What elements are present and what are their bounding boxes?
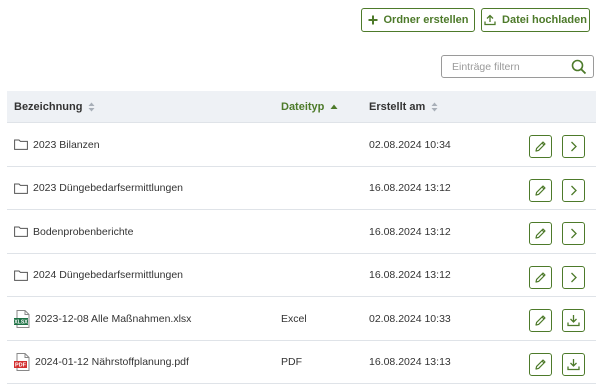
chevron-right-icon [571, 185, 577, 195]
created-cell: 16.08.2024 13:12 [369, 182, 451, 195]
name-cell: Bodenprobenberichte [14, 210, 133, 254]
edit-button[interactable] [529, 178, 552, 202]
table-row: 2024 Düngebedarfsermittlungen 16.08.2024… [7, 254, 596, 298]
open-folder-button[interactable] [562, 135, 585, 158]
sort-icon [431, 102, 438, 112]
column-created-label: Erstellt am [369, 101, 426, 113]
edit-button[interactable] [529, 222, 552, 245]
upload-file-label: Datei hochladen [502, 14, 587, 26]
table-body: 2023 Bilanzen 02.08.2024 10:34 2023 Düng… [7, 123, 596, 384]
column-type-label: Dateityp [281, 101, 325, 113]
folder-icon [14, 139, 28, 151]
edit-button[interactable] [529, 352, 552, 376]
column-header-created[interactable]: Erstellt am [369, 91, 438, 123]
create-folder-button[interactable]: Ordner erstellen [361, 8, 475, 32]
table-header: Bezeichnung Dateityp Erstellt am [7, 91, 596, 123]
item-name[interactable]: 2023 Düngebedarfsermittlungen [33, 182, 183, 194]
table-row: 2023 Düngebedarfsermittlungen 16.08.2024… [7, 167, 596, 211]
pencil-icon [535, 141, 546, 152]
upload-file-button[interactable]: Datei hochladen [481, 8, 590, 32]
item-name[interactable]: 2023-12-08 Alle Maßnahmen.xlsx [35, 313, 191, 325]
folder-icon [14, 226, 28, 238]
download-icon [567, 358, 580, 370]
name-cell: XLSX 2023-12-08 Alle Maßnahmen.xlsx [14, 297, 191, 341]
pencil-icon [535, 358, 546, 370]
created-cell: 02.08.2024 10:33 [369, 312, 451, 325]
edit-button[interactable] [529, 309, 552, 332]
created-cell: 02.08.2024 10:34 [369, 138, 451, 151]
search-icon[interactable] [571, 59, 587, 75]
sort-icon [88, 102, 95, 112]
pencil-icon [535, 228, 546, 239]
column-name-label: Bezeichnung [14, 101, 83, 113]
name-cell: 2023 Düngebedarfsermittlungen [14, 167, 183, 211]
chevron-right-icon [571, 272, 577, 282]
chevron-right-icon [571, 228, 577, 239]
open-folder-button[interactable] [562, 178, 585, 202]
folder-icon [14, 270, 28, 281]
name-cell: 2023 Bilanzen [14, 123, 100, 167]
plus-icon [368, 15, 377, 25]
table-row: XLSX 2023-12-08 Alle Maßnahmen.xlsx Exce… [7, 297, 596, 341]
item-name[interactable]: 2023 Bilanzen [33, 139, 100, 151]
item-name[interactable]: 2024 Düngebedarfsermittlungen [33, 269, 183, 281]
created-cell: 16.08.2024 13:12 [369, 225, 451, 238]
pencil-icon [535, 271, 546, 283]
pencil-icon [535, 315, 546, 326]
edit-button[interactable] [529, 265, 552, 289]
type-cell: PDF [281, 356, 302, 369]
table-row: PDF 2024-01-12 Nährstoffplanung.pdf PDF … [7, 341, 596, 385]
table-row: Bodenprobenberichte 16.08.2024 13:12 [7, 210, 596, 254]
column-header-name[interactable]: Bezeichnung [14, 91, 95, 123]
column-header-type[interactable]: Dateityp [281, 91, 338, 123]
table-row: 2023 Bilanzen 02.08.2024 10:34 [7, 123, 596, 167]
open-folder-button[interactable] [562, 265, 585, 289]
item-name[interactable]: Bodenprobenberichte [33, 226, 133, 238]
name-cell: 2024 Düngebedarfsermittlungen [14, 254, 183, 298]
name-cell: PDF 2024-01-12 Nährstoffplanung.pdf [14, 341, 189, 385]
sort-ascending-icon [330, 104, 338, 110]
download-button[interactable] [562, 352, 585, 376]
type-cell: Excel [281, 312, 307, 325]
item-name[interactable]: 2024-01-12 Nährstoffplanung.pdf [35, 356, 189, 368]
edit-button[interactable] [529, 135, 552, 158]
svg-text:XLSX: XLSX [14, 319, 28, 325]
download-button[interactable] [562, 309, 585, 332]
pdf-file-icon: PDF [14, 353, 30, 372]
create-folder-label: Ordner erstellen [383, 14, 469, 26]
created-cell: 16.08.2024 13:13 [369, 356, 451, 369]
download-icon [567, 315, 580, 327]
upload-icon [484, 14, 496, 26]
created-cell: 16.08.2024 13:12 [369, 269, 451, 282]
svg-text:PDF: PDF [15, 363, 27, 369]
folder-icon [14, 183, 28, 194]
chevron-right-icon [571, 141, 577, 152]
pencil-icon [535, 184, 546, 196]
filter-box [441, 55, 594, 78]
open-folder-button[interactable] [562, 222, 585, 245]
filter-input[interactable] [443, 57, 563, 76]
excel-file-icon: XLSX [14, 309, 30, 328]
file-manager: Ordner erstellen Datei hochladen Bezeich… [0, 0, 600, 390]
